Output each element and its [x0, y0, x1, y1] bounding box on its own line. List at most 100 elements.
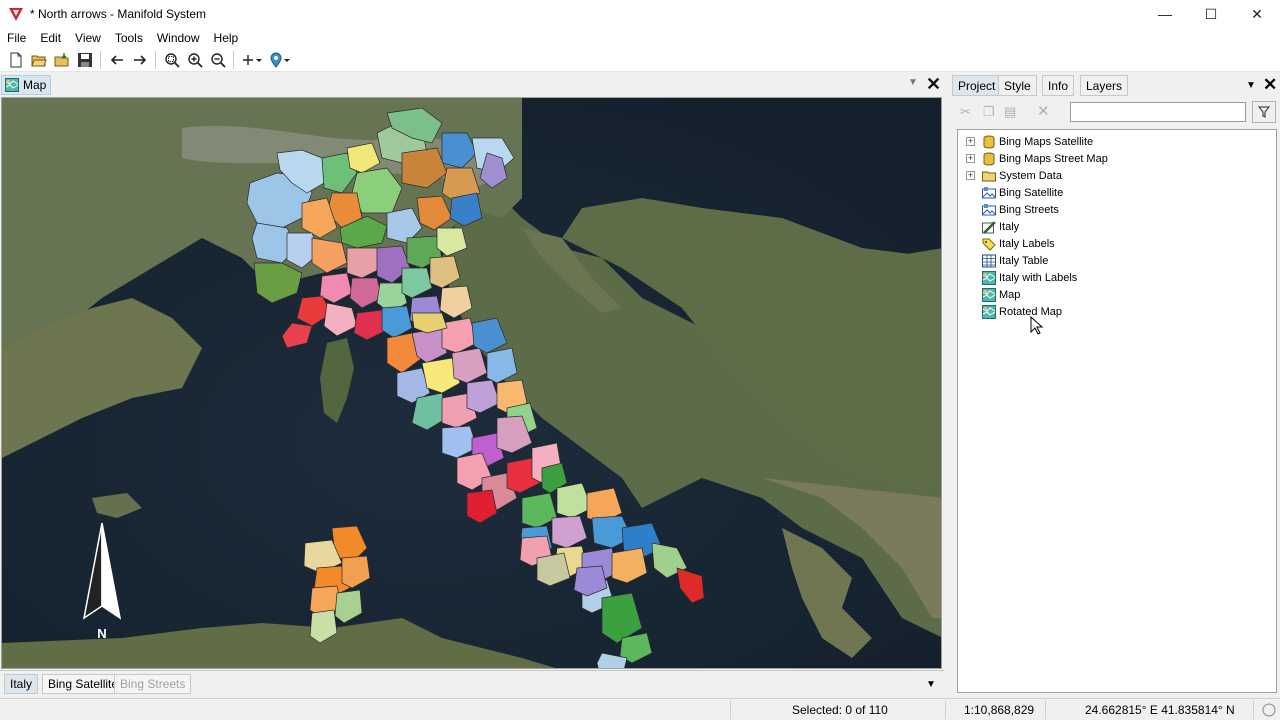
funnel-icon	[1258, 106, 1270, 118]
tree-item[interactable]: Italy with Labels	[982, 269, 1077, 286]
map-icon	[982, 304, 999, 319]
manifold-logo-icon	[9, 8, 23, 21]
map-canvas[interactable]: N	[2, 98, 942, 669]
north-arrow-label: N	[97, 626, 106, 641]
delete-icon[interactable]: ✕	[1037, 102, 1053, 120]
tree-item[interactable]: Bing Satellite	[982, 184, 1063, 201]
menu-window[interactable]: Window	[150, 31, 207, 45]
map-icon	[982, 270, 999, 285]
zoom-fit-icon	[164, 52, 180, 68]
tree-item-label: Italy	[999, 220, 1020, 233]
panel-close-icon[interactable]: ✕	[1263, 75, 1277, 95]
zoom-to-fit-button[interactable]	[160, 49, 183, 71]
drawing-icon	[982, 220, 999, 234]
menu-view[interactable]: View	[68, 31, 108, 45]
layer-tab-italy[interactable]: Italy	[4, 674, 39, 694]
status-indicator-icon	[1262, 703, 1276, 717]
right-panel: Project Style Info Layers ▼ ✕ ✂ ❐ ▤ ✕ + B…	[950, 74, 1280, 696]
menu-tools[interactable]: Tools	[108, 31, 150, 45]
tree-item[interactable]: Italy	[982, 218, 1019, 235]
tab-info[interactable]: Info	[1042, 75, 1075, 96]
layer-tab-bing-satellite[interactable]: Bing Satellite	[42, 674, 125, 694]
plus-dropdown-icon	[243, 54, 262, 65]
scale-status: 1:10,868,829	[964, 703, 1035, 717]
tab-dropdown-icon[interactable]: ▼	[908, 77, 918, 88]
open-button[interactable]	[27, 49, 50, 71]
tab-style[interactable]: Style	[998, 75, 1037, 96]
location-pin-icon	[270, 52, 290, 68]
tree-item[interactable]: Rotated Map	[982, 303, 1062, 320]
zoom-in-icon	[187, 52, 203, 68]
filter-button[interactable]	[1252, 101, 1276, 123]
tree-item[interactable]: Italy Labels	[982, 235, 1055, 252]
zoom-in-button[interactable]	[183, 49, 206, 71]
database-icon	[982, 135, 999, 149]
expand-toggle[interactable]: +	[966, 137, 975, 146]
close-window-button[interactable]: ✕	[1234, 0, 1280, 28]
new-file-icon	[10, 52, 21, 67]
labels-icon	[982, 237, 999, 251]
tree-item-label: System Data	[999, 169, 1062, 182]
filter-input[interactable]	[1070, 102, 1246, 122]
database-icon	[982, 152, 999, 166]
menu-help[interactable]: Help	[207, 31, 246, 45]
tab-project[interactable]: Project	[952, 75, 1002, 96]
tree-item[interactable]: Italy Table	[982, 252, 1048, 269]
paste-icon[interactable]: ▤	[1004, 104, 1020, 120]
locations-button[interactable]	[266, 49, 294, 71]
new-button[interactable]	[4, 49, 27, 71]
title-bar: * North arrows - Manifold System — ☐ ✕	[0, 0, 1280, 28]
save-button[interactable]	[73, 49, 96, 71]
menu-bar: File Edit View Tools Window Help	[0, 28, 1280, 48]
tree-item[interactable]: Bing Streets	[982, 201, 1059, 218]
tree-item-label: Italy Table	[999, 254, 1049, 267]
folder-icon	[982, 169, 999, 183]
window-title: * North arrows - Manifold System	[30, 7, 207, 21]
expand-toggle[interactable]: +	[966, 154, 975, 163]
status-bar: Selected: 0 of 110 1:10,868,829 24.66281…	[0, 698, 1280, 720]
mouse-cursor-icon	[1030, 316, 1044, 335]
tree-item[interactable]: Bing Maps Street Map	[982, 150, 1108, 167]
layer-tab-bing-streets[interactable]: Bing Streets	[114, 674, 192, 694]
zoom-out-icon	[210, 52, 226, 68]
image-icon	[982, 203, 999, 217]
forward-button[interactable]	[128, 49, 151, 71]
cut-icon[interactable]: ✂	[960, 104, 976, 120]
maximize-button[interactable]: ☐	[1188, 0, 1234, 28]
tree-item[interactable]: Bing Maps Satellite	[982, 133, 1093, 150]
add-component-button[interactable]	[238, 49, 266, 71]
zoom-out-button[interactable]	[206, 49, 229, 71]
tab-map[interactable]: Map	[1, 75, 52, 95]
tree-item-label: Bing Maps Satellite	[999, 135, 1094, 148]
tree-item-label: Italy Labels	[999, 237, 1055, 250]
tree-item-label: Italy with Labels	[999, 271, 1078, 284]
tree-item[interactable]: Map	[982, 286, 1020, 303]
map-icon	[982, 287, 999, 302]
expand-toggle[interactable]: +	[966, 171, 975, 180]
map-view[interactable]: N	[1, 97, 942, 669]
open-folder-icon	[30, 55, 47, 66]
panel-dropdown-icon[interactable]: ▼	[1246, 80, 1256, 91]
menu-file[interactable]: File	[0, 31, 33, 45]
coordinates-status: 24.662815° E 41.835814° N	[1085, 703, 1235, 717]
tree-item-label: Bing Streets	[999, 203, 1059, 216]
close-tab-icon[interactable]: ✕	[926, 74, 941, 95]
save-disk-icon	[77, 52, 92, 67]
map-icon	[5, 78, 19, 92]
project-toolbar: ✂ ❐ ▤ ✕	[950, 99, 1280, 127]
import-button[interactable]	[50, 49, 73, 71]
arrow-right-icon	[133, 54, 146, 65]
map-window-tabbar: Map ▼ ✕	[0, 74, 944, 96]
main-toolbar	[0, 48, 1280, 72]
arrow-left-icon	[110, 54, 123, 65]
minimize-button[interactable]: —	[1142, 0, 1188, 28]
tree-item-label: Map	[999, 288, 1021, 301]
tab-layers[interactable]: Layers	[1080, 75, 1129, 96]
tree-item[interactable]: System Data	[982, 167, 1062, 184]
copy-icon[interactable]: ❐	[983, 104, 999, 120]
layer-tabs: Italy Bing Satellite Bing Streets ▼	[0, 670, 944, 696]
tree-item-label: Bing Satellite	[999, 186, 1064, 199]
menu-edit[interactable]: Edit	[33, 31, 68, 45]
back-button[interactable]	[105, 49, 128, 71]
layer-tabs-dropdown-icon[interactable]: ▼	[926, 679, 936, 690]
